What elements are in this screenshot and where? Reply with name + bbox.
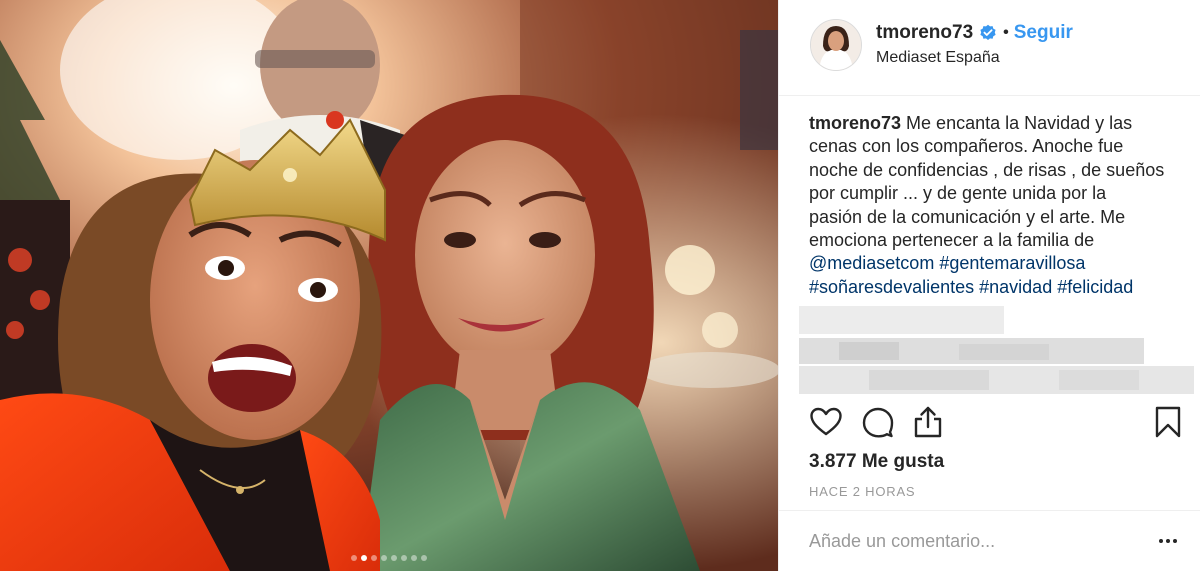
hashtag-link[interactable]: #gentemaravillosa [939,253,1085,273]
post-header: tmoreno73 • Seguir Mediaset España [779,0,1200,96]
comment-bubble-icon [862,407,894,438]
carousel-dot [411,555,417,561]
post-actions [809,405,1185,441]
comment-button[interactable] [861,405,895,439]
separator-dot: • [1003,24,1009,41]
caption-username[interactable]: tmoreno73 [809,113,901,133]
post-timestamp[interactable]: HACE 2 HORAS [809,484,915,499]
follow-button[interactable]: Seguir [1014,22,1073,44]
comment-bar [779,510,1200,571]
caption-text-line: por cumplir ... y de gente unida por la [809,183,1107,204]
hashtag-link[interactable]: #felicidad [1057,277,1133,297]
hashtag-link[interactable]: #soñaresdevalientes [809,277,974,297]
caption-text-line: noche de confidencias , de risas , de su… [809,159,1165,180]
pixelated-comments [799,306,1194,396]
carousel-dot [421,555,427,561]
username-link[interactable]: tmoreno73 [876,22,973,44]
share-icon [914,406,942,438]
avatar[interactable] [810,19,862,71]
post-photo[interactable] [0,0,778,571]
heart-icon [810,407,842,436]
carousel-dot [381,555,387,561]
hashtag-link[interactable]: #navidad [979,277,1052,297]
caption-text-line: emociona pertenecer a la familia de [809,230,1095,251]
carousel-dot [351,555,357,561]
comment-input[interactable] [809,528,1129,554]
carousel-indicator [0,555,778,561]
post-side-panel: tmoreno73 • Seguir Mediaset España tmore… [778,0,1200,571]
carousel-dot [371,555,377,561]
carousel-dot [401,555,407,561]
instagram-post: tmoreno73 • Seguir Mediaset España tmore… [0,0,1200,571]
verified-badge-icon [979,24,997,42]
caption-text-line: Me encanta la Navidad y las [906,113,1133,133]
avatar-image [811,20,861,70]
bookmark-icon [1155,406,1181,438]
like-button[interactable] [809,405,843,439]
likes-count[interactable]: 3.877 Me gusta [809,451,944,473]
save-button[interactable] [1151,405,1185,439]
carousel-dot [361,555,367,561]
post-caption: tmoreno73 Me encanta la Navidad y las ce… [809,112,1194,299]
more-dots-icon[interactable] [1159,539,1177,543]
caption-text-line: pasión de la comunicación y el arte. Me [809,206,1126,227]
username-row: tmoreno73 • Seguir [876,22,1073,44]
selfie-image [0,0,778,571]
location-link[interactable]: Mediaset España [876,49,1000,67]
mention-link[interactable]: @mediasetcom [809,253,934,273]
share-button[interactable] [911,405,945,439]
caption-text-line: cenas con los compañeros. Anoche fue [809,136,1124,157]
carousel-dot [391,555,397,561]
